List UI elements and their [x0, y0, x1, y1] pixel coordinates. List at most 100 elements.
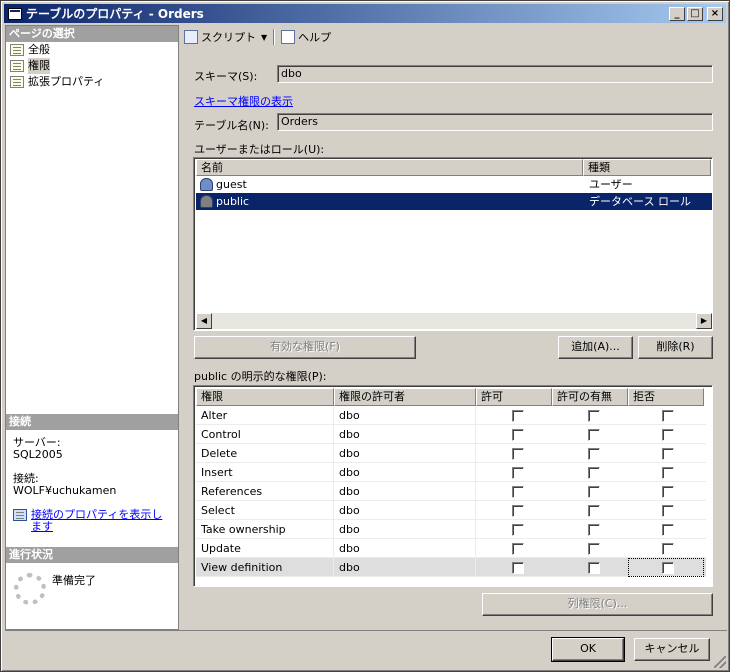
permission-name: Take ownership: [196, 520, 334, 539]
perm-column-header-grant[interactable]: 許可: [476, 388, 552, 406]
select-page-header: ページの選択: [6, 26, 178, 42]
page-icon: [10, 60, 24, 72]
perm-column-header-deny[interactable]: 拒否: [628, 388, 704, 406]
permission-row[interactable]: Update dbo: [196, 539, 706, 558]
page-label: 全般: [28, 43, 50, 56]
permission-row[interactable]: View definition dbo: [196, 558, 706, 577]
perm-column-header-permission[interactable]: 権限: [196, 388, 334, 406]
with-grant-checkbox[interactable]: [588, 543, 600, 555]
maximize-button[interactable]: □: [687, 6, 703, 21]
with-grant-checkbox[interactable]: [588, 467, 600, 479]
permission-row[interactable]: Take ownership dbo: [196, 520, 706, 539]
effective-permissions-button[interactable]: 有効な権限(F): [194, 336, 416, 359]
with-grant-checkbox[interactable]: [588, 448, 600, 460]
permission-grantor: dbo: [334, 539, 476, 558]
column-permissions-button[interactable]: 列権限(C)...: [482, 593, 713, 616]
permissions-grid[interactable]: 権限 権限の許可者 許可 許可の有無 拒否 Alter dbo Control dbo…: [193, 385, 713, 587]
script-button[interactable]: スクリプト ▼: [181, 27, 270, 47]
horizontal-scrollbar[interactable]: ◀ ▶: [196, 313, 712, 329]
title-bar[interactable]: テーブルのプロパティ - Orders _ □ ×: [4, 4, 726, 23]
permission-row[interactable]: Insert dbo: [196, 463, 706, 482]
deny-checkbox[interactable]: [662, 429, 674, 441]
ok-button[interactable]: OK: [551, 637, 625, 662]
user-name: public: [216, 195, 250, 208]
progress-spinner-icon: [14, 573, 46, 605]
focus-rectangle: [628, 558, 704, 577]
add-button[interactable]: 追加(A)...: [558, 336, 633, 359]
permission-row[interactable]: Control dbo: [196, 425, 706, 444]
permission-grantor: dbo: [334, 406, 476, 425]
with-grant-checkbox[interactable]: [588, 524, 600, 536]
column-header-type[interactable]: 種類: [583, 159, 711, 176]
column-header-name[interactable]: 名前: [196, 159, 583, 176]
help-button[interactable]: ヘルプ: [278, 27, 334, 47]
permission-grantor: dbo: [334, 444, 476, 463]
user-row-guest[interactable]: guest ユーザー: [196, 176, 712, 193]
permission-name: Update: [196, 539, 334, 558]
left-panel: ページの選択 全般 権限 拡張プロパティ 接続 サーバー: SQL2005 接続…: [5, 25, 179, 630]
cancel-button[interactable]: キャンセル: [634, 638, 710, 661]
deny-checkbox[interactable]: [662, 524, 674, 536]
permission-name: Delete: [196, 444, 334, 463]
grant-checkbox[interactable]: [512, 543, 524, 555]
window-icon: [8, 7, 22, 20]
permission-grantor: dbo: [334, 558, 476, 577]
with-grant-checkbox[interactable]: [588, 410, 600, 422]
with-grant-checkbox[interactable]: [588, 486, 600, 498]
permission-row[interactable]: Alter dbo: [196, 406, 706, 425]
grant-checkbox[interactable]: [512, 429, 524, 441]
user-type: ユーザー: [589, 178, 633, 191]
chevron-down-icon[interactable]: ▼: [261, 33, 267, 42]
close-button[interactable]: ×: [707, 6, 723, 21]
toolbar-separator: [273, 29, 276, 45]
permission-row[interactable]: Select dbo: [196, 501, 706, 520]
connection-properties-link[interactable]: 接続のプロパティを表示します: [31, 509, 165, 533]
grant-checkbox[interactable]: [512, 562, 524, 574]
progress-header: 進行状況: [6, 547, 178, 563]
grant-checkbox[interactable]: [512, 410, 524, 422]
deny-checkbox[interactable]: [662, 486, 674, 498]
deny-checkbox[interactable]: [662, 543, 674, 555]
grant-checkbox[interactable]: [512, 467, 524, 479]
grant-checkbox[interactable]: [512, 448, 524, 460]
permission-row[interactable]: References dbo: [196, 482, 706, 501]
permission-grantor: dbo: [334, 482, 476, 501]
help-label: ヘルプ: [298, 31, 332, 44]
permission-name: View definition: [196, 558, 334, 577]
grant-checkbox[interactable]: [512, 486, 524, 498]
deny-checkbox[interactable]: [662, 410, 674, 422]
user-row-public[interactable]: public データベース ロール: [196, 193, 712, 210]
grant-checkbox[interactable]: [512, 505, 524, 517]
with-grant-checkbox[interactable]: [588, 562, 600, 574]
deny-checkbox[interactable]: [662, 505, 674, 517]
remove-button[interactable]: 削除(R): [638, 336, 713, 359]
schema-permissions-link[interactable]: スキーマ権限の表示: [194, 93, 293, 109]
permission-name: Control: [196, 425, 334, 444]
table-name-field[interactable]: Orders: [277, 113, 713, 131]
page-label: 権限: [28, 58, 50, 74]
explicit-permissions-label: public の明示的な権限(P):: [194, 370, 327, 383]
permission-grantor: dbo: [334, 463, 476, 482]
perm-column-header-with-grant[interactable]: 許可の有無: [552, 388, 628, 406]
user-name: guest: [216, 178, 247, 191]
users-list[interactable]: 名前 種類 guest ユーザー public データベース ロール ◀ ▶: [193, 157, 713, 331]
page-item-general[interactable]: 全般: [6, 42, 178, 58]
scroll-right-icon[interactable]: ▶: [696, 313, 712, 329]
deny-checkbox[interactable]: [662, 448, 674, 460]
permission-name: Alter: [196, 406, 334, 425]
connection-header: 接続: [6, 414, 178, 430]
permission-row[interactable]: Delete dbo: [196, 444, 706, 463]
script-icon: [184, 30, 198, 44]
page-item-permissions[interactable]: 権限: [6, 58, 178, 74]
deny-checkbox[interactable]: [662, 467, 674, 479]
resize-grip-icon[interactable]: [714, 656, 726, 668]
with-grant-checkbox[interactable]: [588, 429, 600, 441]
perm-column-header-grantor[interactable]: 権限の許可者: [334, 388, 476, 406]
schema-field[interactable]: dbo: [277, 65, 713, 83]
grant-checkbox[interactable]: [512, 524, 524, 536]
page-item-extended-properties[interactable]: 拡張プロパティ: [6, 74, 178, 90]
page-label: 拡張プロパティ: [28, 75, 105, 88]
scroll-left-icon[interactable]: ◀: [196, 313, 212, 329]
with-grant-checkbox[interactable]: [588, 505, 600, 517]
minimize-button[interactable]: _: [669, 6, 685, 21]
